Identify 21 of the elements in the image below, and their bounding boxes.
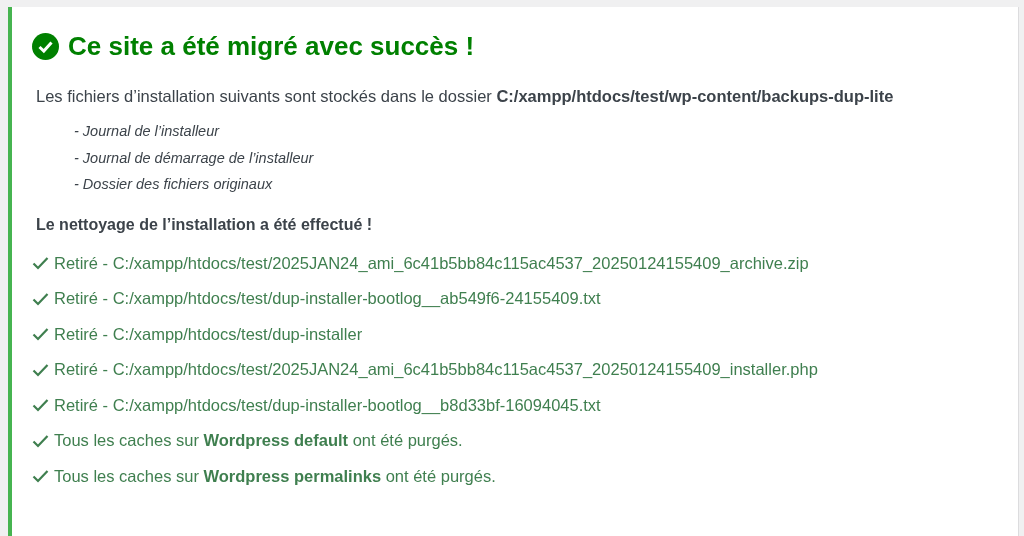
notice-title: Ce site a été migré avec succès ! [68, 31, 475, 62]
file-item: - Dossier des fichiers originaux [74, 175, 274, 194]
check-icon [32, 398, 49, 413]
result-text: Retiré - C:/xampp/htdocs/test/dup-installer-bootlog__ab549f6-24155409.txt [54, 289, 601, 309]
check-icon [32, 433, 49, 448]
check-icon [32, 291, 49, 306]
result-text: Retiré - C:/xampp/htdocs/test/2025JAN24_ami_6c41b5bb84c115ac4537_20250124155409_archive.zip [54, 253, 809, 273]
cleanup-heading: Le nettoyage de l’installation a été effectué ! [35, 215, 374, 234]
check-icon [32, 469, 49, 484]
check-icon [32, 327, 49, 342]
success-check-icon [32, 33, 59, 60]
result-text: Retiré - C:/xampp/htdocs/test/2025JAN24_ami_6c41b5bb84c115ac4537_20250124155409_installer.php [54, 360, 818, 380]
result-text: Retiré - C:/xampp/htdocs/test/dup-installer-bootlog__b8d33bf-16094045.txt [54, 395, 601, 415]
check-icon [32, 256, 49, 271]
file-item: - Journal de l’installeur [74, 122, 221, 141]
intro-text: Les fichiers d’installation suivants sont stockés dans le dossier C:/xampp/htdocs/test/wp-content/backups-dup-lite [35, 86, 895, 107]
result-text: Tous les caches sur Wordpress default ont été purgés. [54, 431, 463, 451]
check-icon [32, 362, 49, 377]
result-text: Retiré - C:/xampp/htdocs/test/dup-installer [54, 324, 363, 344]
result-text: Tous les caches sur Wordpress permalinks ont été purgés. [54, 466, 496, 486]
file-item: - Journal de démarrage de l’installeur [74, 148, 315, 168]
